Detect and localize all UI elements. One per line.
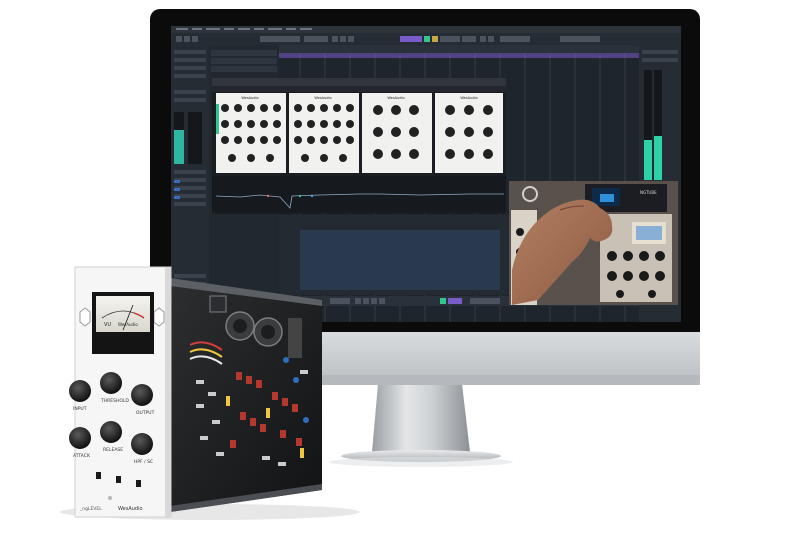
attack-label: ATTACK <box>73 453 91 459</box>
hpf-label: HPF / SC <box>134 459 153 465</box>
release-label: RELEASE <box>103 447 123 453</box>
vu-brand-label: WesAudio <box>118 322 138 327</box>
plugin-panel-3: WesAudio <box>362 93 432 173</box>
product-scene: WesAudio WesAudio WesAudio WesAudio NGTU… <box>60 9 700 520</box>
plugin-logo: WesAudio <box>460 96 477 100</box>
hpf-knob <box>131 433 153 455</box>
video-device-label: NGTUBE <box>640 190 657 195</box>
plugin-panel-2: WesAudio <box>289 93 359 173</box>
plugin-window: WesAudio WesAudio WesAudio WesAudio <box>212 78 506 214</box>
plugin-panel-4: WesAudio <box>435 93 503 173</box>
release-knob <box>100 421 122 443</box>
plugin-panel-1: WesAudio <box>216 93 286 173</box>
monitor-stand <box>372 384 470 452</box>
output-knob <box>131 384 153 406</box>
module-model-label: _ngLEVEL <box>79 506 102 512</box>
plugin-logo: WesAudio <box>241 96 258 100</box>
module-brand-label: WesAudio <box>118 506 143 512</box>
threshold-label: THRESHOLD <box>100 398 129 404</box>
plugin-logo: WesAudio <box>314 96 331 100</box>
input-knob <box>69 380 91 402</box>
attack-knob <box>69 427 91 449</box>
vu-meter: VU WesAudio <box>92 292 154 354</box>
input-label: INPUT <box>73 406 87 412</box>
threshold-knob <box>100 372 122 394</box>
video-inset: NGTUBE <box>509 181 678 305</box>
daw-screen: WesAudio WesAudio WesAudio WesAudio NGTU… <box>171 26 681 322</box>
output-label: OUTPUT <box>136 410 155 416</box>
hardware-module: VU WesAudio INPUT THRESHOLD OUTPUT ATTAC… <box>60 266 360 520</box>
vu-scale-label: VU <box>104 322 111 328</box>
plugin-logo: WesAudio <box>387 96 404 100</box>
